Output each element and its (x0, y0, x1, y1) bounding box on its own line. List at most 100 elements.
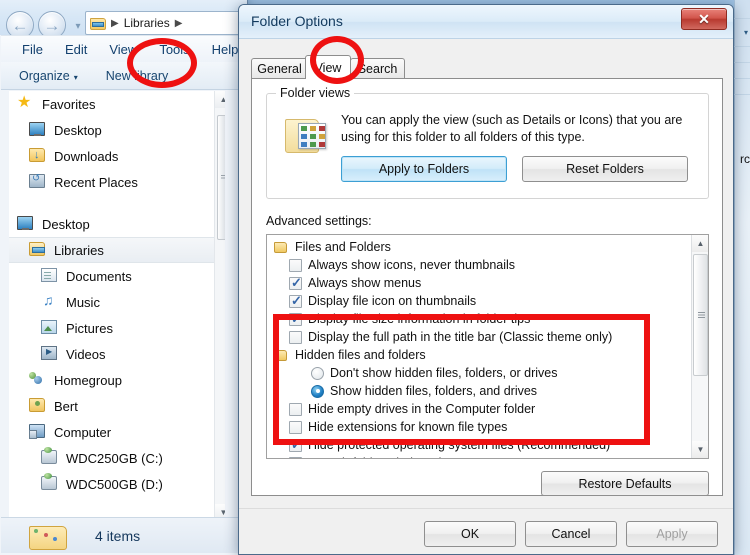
sidebar-item-label: Bert (54, 398, 78, 414)
tab-search[interactable]: Search (350, 58, 405, 79)
organize-label: Organize (19, 68, 70, 83)
breadcrumb-separator-2: ▶ (174, 17, 183, 29)
checkbox-option-hide-protected-operating-system-files-re[interactable]: Hide protected operating system files (R… (267, 436, 708, 454)
folder-views-legend: Folder views (276, 86, 355, 100)
sidebar-item-desktop[interactable]: Desktop (9, 117, 225, 143)
sidebar-item-desktop[interactable]: Desktop (9, 211, 225, 237)
sidebar-item-label: Libraries (54, 242, 104, 258)
scrollbar-thumb[interactable] (217, 115, 225, 240)
menu-item-edit[interactable]: Edit (54, 39, 98, 60)
radio-option-show-hidden-files-folders-and-drives[interactable]: Show hidden files, folders, and drives (267, 382, 708, 400)
dialog-body: General View Search Folder views You can… (239, 39, 733, 554)
folder-items-icon (29, 522, 67, 550)
scroll-down-icon[interactable]: ▼ (692, 441, 708, 458)
explorer-status-bar: 4 items (1, 517, 247, 553)
user-folder-icon (29, 398, 47, 414)
checkbox[interactable] (289, 293, 302, 309)
cancel-button[interactable]: Cancel (525, 521, 617, 547)
checkbox[interactable] (289, 258, 302, 272)
checkbox-option-display-file-size-information-in-folder-[interactable]: Display file size information in folder … (267, 310, 708, 328)
checkbox[interactable] (289, 456, 302, 458)
sidebar-item-label: Desktop (54, 122, 102, 138)
scroll-up-icon[interactable]: ▲ (692, 235, 708, 252)
star-icon (17, 92, 35, 112)
restore-defaults-button[interactable]: Restore Defaults (541, 471, 709, 496)
sidebar-item-computer[interactable]: Computer (9, 419, 225, 445)
sidebar-item-libraries[interactable]: Libraries (9, 237, 225, 263)
checkbox-option-always-show-menus[interactable]: Always show menus (267, 274, 708, 292)
new-library-button[interactable]: New library (92, 69, 183, 83)
sidebar-item-music[interactable]: Music (9, 289, 225, 315)
background-window-sliver: ▾ rc (734, 0, 750, 555)
checkbox-option-launch-folder-windows-in-a-separate-proc[interactable]: Launch folder windows in a separate proc… (267, 454, 708, 458)
checkbox[interactable] (289, 330, 302, 344)
checkbox-option-display-file-icon-on-thumbnails[interactable]: Display file icon on thumbnails (267, 292, 708, 310)
sidebar-item-documents[interactable]: Documents (9, 263, 225, 289)
radio-button[interactable] (311, 366, 324, 380)
menu-item-view[interactable]: View (98, 39, 148, 60)
checkbox[interactable] (289, 402, 302, 416)
ok-button[interactable]: OK (424, 521, 516, 547)
checkbox[interactable] (289, 437, 302, 453)
tab-general[interactable]: General (251, 58, 308, 79)
scrollbar-thumb[interactable] (693, 254, 708, 376)
chevron-down-icon: ▾ (73, 72, 78, 82)
monitor-icon (29, 122, 47, 138)
breadcrumb-libraries[interactable]: Libraries (124, 16, 170, 30)
navigation-scrollbar[interactable]: ▲ ▼ (214, 91, 225, 521)
library-folder-icon (90, 16, 106, 30)
radio-option-don-t-show-hidden-files-folders-or-drive[interactable]: Don't show hidden files, folders, or dri… (267, 364, 708, 382)
checkbox[interactable] (289, 275, 302, 291)
dialog-titlebar[interactable]: Folder Options ✕ (239, 5, 733, 39)
menu-item-tools[interactable]: Tools (148, 39, 200, 60)
organize-button[interactable]: Organize ▾ (19, 69, 92, 83)
setting-label: Display file size information in folder … (308, 312, 531, 326)
item-count-text: 4 items (95, 527, 141, 544)
sidebar-item-pictures[interactable]: Pictures (9, 315, 225, 341)
sidebar-item-favorites[interactable]: Favorites (9, 91, 225, 117)
sidebar-item-label: Videos (66, 346, 106, 362)
sidebar-item-label: Documents (66, 268, 132, 284)
sidebar-item-label: Favorites (42, 96, 96, 112)
advanced-settings-scrollbar[interactable]: ▲ ▼ (691, 235, 708, 458)
setting-label: Always show menus (308, 276, 422, 290)
setting-label: Show hidden files, folders, and drives (330, 384, 538, 398)
setting-label: Hide protected operating system files (R… (308, 438, 611, 452)
advanced-settings-list[interactable]: Files and Folders Always show icons, neve… (266, 234, 709, 459)
recent-locations-dropdown[interactable]: ▾ (71, 19, 85, 33)
sidebar-item-label: WDC250GB (C:) (66, 450, 163, 466)
sidebar-item-downloads[interactable]: Downloads (9, 143, 225, 169)
videos-icon (41, 346, 59, 362)
reset-folders-button[interactable]: Reset Folders (522, 156, 688, 182)
setting-label: Hide extensions for known file types (308, 420, 508, 434)
checkbox[interactable] (289, 311, 302, 327)
advanced-settings-label: Advanced settings: (266, 214, 372, 228)
checkbox-option-display-the-full-path-in-the-title-bar-c[interactable]: Display the full path in the title bar (… (267, 328, 708, 346)
drive-icon (41, 447, 59, 466)
sidebar-item-bert[interactable]: Bert (9, 393, 225, 419)
background-clipped-text: rc (740, 152, 750, 166)
sidebar-item-recent-places[interactable]: Recent Places (9, 169, 225, 195)
explorer-titlebar: ← → ▾ ▶ Libraries ▶ (0, 0, 247, 39)
scroll-up-icon[interactable]: ▲ (215, 91, 225, 108)
radio-button[interactable] (311, 384, 324, 398)
folder-views-icon (285, 114, 331, 160)
sidebar-item-wdc500gb-d[interactable]: WDC500GB (D:) (9, 471, 225, 497)
sidebar-item-label: Music (66, 294, 100, 310)
drive-icon (41, 473, 59, 492)
close-icon[interactable]: ✕ (681, 8, 727, 30)
tab-view[interactable]: View (305, 55, 351, 79)
apply-to-folders-button[interactable]: Apply to Folders (341, 156, 507, 182)
sidebar-item-label: WDC500GB (D:) (66, 476, 163, 492)
explorer-window: ← → ▾ ▶ Libraries ▶ File Edit View Tools… (0, 0, 248, 555)
menu-item-file[interactable]: File (11, 39, 54, 60)
address-bar[interactable]: ▶ Libraries ▶ (85, 11, 247, 35)
checkbox-option-hide-empty-drives-in-the-computer-folder[interactable]: Hide empty drives in the Computer folder (267, 400, 708, 418)
checkbox-option-always-show-icons-never-thumbnails[interactable]: Always show icons, never thumbnails (267, 256, 708, 274)
settings-group-files-and-folders: Files and Folders (267, 238, 708, 256)
checkbox-option-hide-extensions-for-known-file-types[interactable]: Hide extensions for known file types (267, 418, 708, 436)
sidebar-item-homegroup[interactable]: Homegroup (9, 367, 225, 393)
sidebar-item-videos[interactable]: Videos (9, 341, 225, 367)
checkbox[interactable] (289, 420, 302, 434)
sidebar-item-wdc250gb-c[interactable]: WDC250GB (C:) (9, 445, 225, 471)
